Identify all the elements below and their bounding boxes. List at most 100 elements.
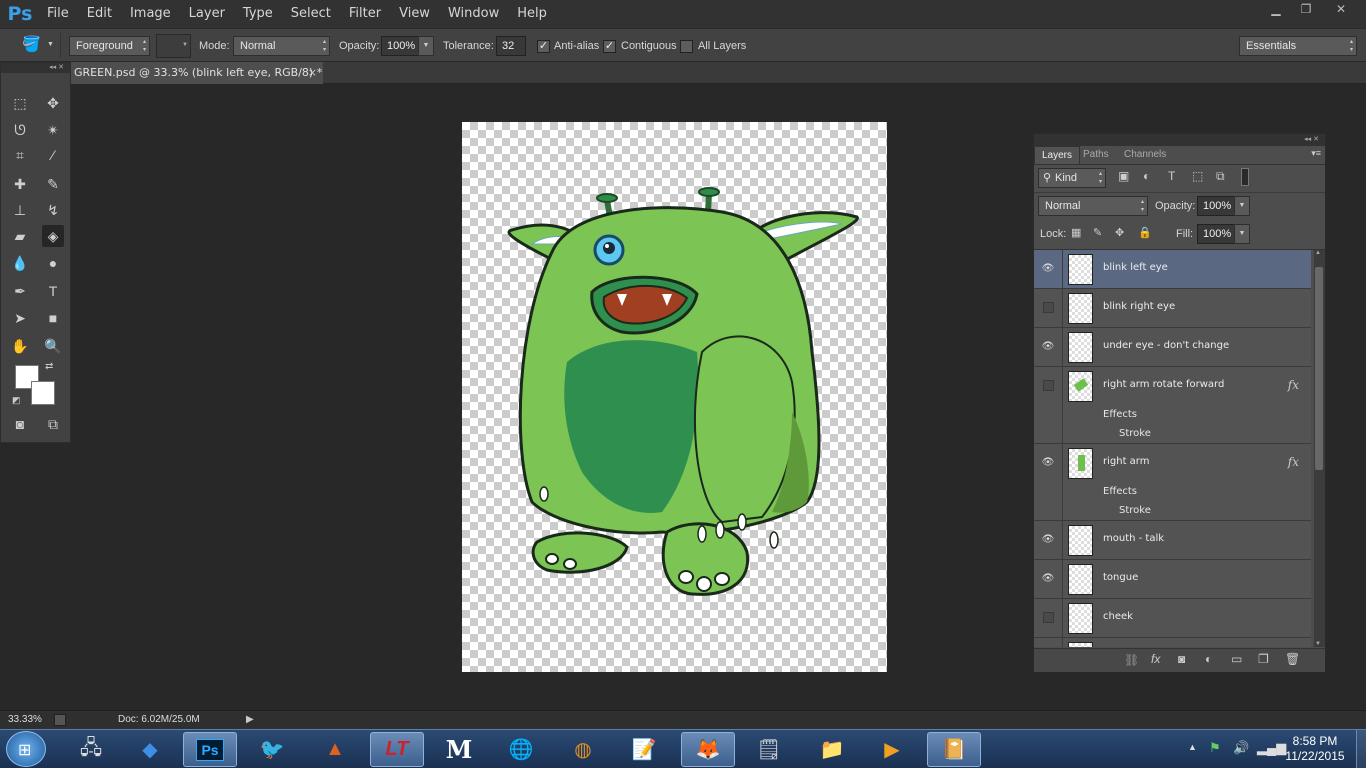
zoom-tool-icon[interactable]: 🔍 [42, 335, 64, 357]
taskbar-media-player-icon[interactable]: ▶ [865, 732, 919, 767]
taskbar-notes-icon[interactable]: 📔 [927, 732, 981, 767]
fx-icon[interactable]: fx [1288, 455, 1299, 469]
marquee-tool-icon[interactable]: ⬚ [9, 92, 31, 114]
menu-window[interactable]: Window [439, 0, 508, 28]
layer-opacity-input[interactable]: 100% [1197, 196, 1235, 216]
taskbar-dropbox-icon[interactable]: ◆ [123, 732, 177, 767]
filter-toggle[interactable] [1241, 168, 1249, 186]
taskbar-swirl-app-icon[interactable]: ◍ [556, 732, 610, 767]
panel-header[interactable]: ◂◂ ✕ [1034, 134, 1325, 146]
rectangle-tool-icon[interactable]: ■ [42, 307, 64, 329]
delete-layer-icon[interactable]: 🗑 [1285, 652, 1300, 666]
layer-row[interactable]: 👁 under eye - don't change [1034, 328, 1311, 367]
lock-transparency-icon[interactable]: ▦ [1071, 226, 1081, 239]
filter-shape-icon[interactable]: ⬚ [1192, 169, 1203, 183]
layer-list-scrollbar[interactable]: ▲ ▼ [1314, 250, 1325, 647]
toolbox-header[interactable]: ◂◂ ✕ [1, 63, 70, 73]
menu-select[interactable]: Select [282, 0, 340, 28]
scroll-thumb[interactable] [1315, 267, 1323, 470]
eyedropper-icon[interactable]: ⁄ [42, 144, 64, 166]
type-tool-icon[interactable]: T [42, 280, 64, 302]
lock-position-icon[interactable]: ✥ [1115, 226, 1124, 239]
minimize-icon[interactable]: ▁ [1261, 0, 1291, 18]
paint-bucket-icon[interactable]: 🪣 [22, 35, 42, 55]
menu-type[interactable]: Type [234, 0, 282, 28]
layer-row[interactable]: 👁 right arm fx Effects Stroke [1034, 444, 1311, 521]
filter-pixel-icon[interactable]: ▣ [1118, 169, 1129, 183]
eye-icon[interactable]: 👁 [1041, 533, 1055, 547]
new-layer-icon[interactable]: ❐ [1258, 652, 1269, 666]
start-button[interactable]: ⊞ [6, 731, 46, 767]
menu-layer[interactable]: Layer [180, 0, 234, 28]
healing-brush-icon[interactable]: ✚ [9, 173, 31, 195]
filter-smart-object-icon[interactable]: ⧉ [1216, 169, 1225, 184]
layer-opacity-dropdown[interactable]: ▼ [1234, 196, 1250, 216]
fill-input[interactable]: 100% [1197, 224, 1235, 244]
hand-tool-icon[interactable]: ✋ [9, 335, 31, 357]
layer-kind-filter[interactable]: ⚲ Kind [1038, 168, 1106, 188]
all-layers-checkbox[interactable] [680, 40, 693, 53]
link-layers-icon[interactable]: ⛓ [1124, 653, 1139, 667]
taskbar-matlab-icon[interactable]: ▲ [308, 732, 362, 767]
swap-colors-icon[interactable]: ⇄ [45, 361, 53, 372]
eraser-tool-icon[interactable]: ▰ [9, 225, 31, 247]
taskbar-notepad-icon[interactable]: 📝 [617, 732, 671, 767]
menu-filter[interactable]: Filter [340, 0, 390, 28]
antialias-checkbox[interactable]: ✓ [537, 40, 550, 53]
layer-row[interactable]: 👁 tongue [1034, 560, 1311, 599]
taskbar-globe-app-icon[interactable]: 🌐 [494, 732, 548, 767]
lock-all-icon[interactable]: 🔒 [1138, 226, 1152, 239]
menu-image[interactable]: Image [121, 0, 180, 28]
visibility-toggle[interactable] [1043, 302, 1054, 313]
add-style-icon[interactable]: fx [1151, 652, 1160, 666]
scroll-down-icon[interactable]: ▼ [1315, 641, 1321, 647]
status-icon[interactable] [54, 714, 66, 726]
blur-tool-icon[interactable]: 💧 [9, 252, 31, 274]
default-colors-icon[interactable]: ◩ [12, 395, 21, 406]
taskbar-m-app-icon[interactable]: M [432, 732, 486, 767]
eye-icon[interactable]: 👁 [1041, 572, 1055, 586]
menu-edit[interactable]: Edit [78, 0, 121, 28]
fill-dropdown[interactable]: ▼ [1234, 224, 1250, 244]
eye-icon[interactable]: 👁 [1041, 262, 1055, 276]
magic-wand-icon[interactable]: ✴ [42, 119, 64, 141]
opacity-input[interactable]: 100% [381, 36, 419, 56]
layer-row[interactable]: right arm rotate forward fx Effects Stro… [1034, 367, 1311, 444]
layer-row[interactable]: 👁 blink left eye [1034, 250, 1311, 289]
document-tab[interactable]: GREEN.psd @ 33.3% (blink left eye, RGB/8… [71, 62, 323, 84]
history-brush-icon[interactable]: ↯ [42, 199, 64, 221]
contiguous-checkbox[interactable]: ✓ [603, 40, 616, 53]
tolerance-input[interactable]: 32 [496, 36, 526, 56]
mode-select[interactable]: Normal [233, 36, 330, 56]
lasso-tool-icon[interactable]: ᘎ [9, 119, 31, 141]
tab-channels[interactable]: Channels [1117, 146, 1173, 164]
pen-tool-icon[interactable]: ✒ [9, 280, 31, 302]
move-tool-icon[interactable]: ✥ [42, 92, 64, 114]
close-icon[interactable]: ✕ [1323, 0, 1359, 18]
tab-paths[interactable]: Paths [1076, 146, 1116, 164]
layer-row[interactable]: 👁 mouth - talk [1034, 521, 1311, 560]
taskbar-lt-app-icon[interactable]: LT [370, 732, 424, 767]
visibility-toggle[interactable] [1043, 380, 1054, 391]
fx-icon[interactable]: fx [1288, 378, 1299, 392]
dodge-tool-icon[interactable]: ● [42, 252, 64, 274]
fill-source-select[interactable]: Foreground [69, 36, 150, 56]
panel-menu-icon[interactable]: ▾≡ [1311, 148, 1321, 159]
new-adjustment-icon[interactable]: ◐ [1205, 652, 1212, 666]
menu-view[interactable]: View [390, 0, 439, 28]
eye-icon[interactable]: 👁 [1041, 456, 1055, 470]
show-desktop-button[interactable] [1356, 730, 1366, 768]
layer-row[interactable] [1034, 638, 1311, 647]
quick-mask-icon[interactable]: ◙ [9, 413, 31, 435]
taskbar-firefox-icon[interactable]: 🦊 [681, 732, 735, 767]
add-mask-icon[interactable]: ◙ [1178, 652, 1185, 666]
taskbar-sticky-note-icon[interactable]: 🗒 [742, 732, 796, 767]
filter-type-icon[interactable]: T [1168, 169, 1175, 183]
filter-adjustment-icon[interactable]: ◐ [1143, 169, 1150, 183]
opacity-dropdown[interactable]: ▼ [418, 36, 434, 56]
visibility-toggle[interactable] [1043, 612, 1054, 623]
tray-action-center-icon[interactable]: ⚑ [1209, 740, 1221, 756]
chevron-down-icon[interactable]: ▼ [47, 41, 54, 48]
pattern-picker[interactable]: ▼ [156, 34, 191, 58]
lock-pixels-icon[interactable]: ✎ [1093, 226, 1102, 239]
